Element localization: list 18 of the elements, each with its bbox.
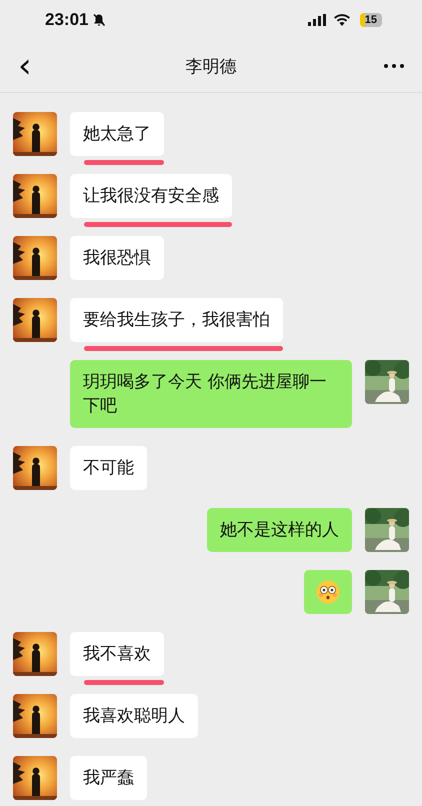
back-button[interactable]: ‹	[14, 49, 36, 83]
shocked-face-icon	[316, 580, 340, 604]
message-bubble: 她太急了	[70, 112, 164, 156]
message-bubble: 玥玥喝多了今天 你俩先进屋聊一下吧	[70, 360, 352, 428]
message-bubble: 要给我生孩子，我很害怕	[70, 298, 283, 342]
message-bubble: 让我很没有安全感	[70, 174, 232, 218]
chat-title: 李明德	[186, 56, 236, 78]
message-bubble: 我不喜欢	[70, 632, 164, 676]
message-bubble: 我喜欢聪明人	[70, 694, 198, 738]
message-bubble: 她不是这样的人	[207, 508, 352, 552]
status-time: 23:01	[45, 10, 88, 30]
message-bubble: 不可能	[70, 446, 147, 490]
signal-icon	[308, 14, 326, 26]
message-bubble: 我严蠢	[70, 756, 147, 800]
message-bubble: 我很恐惧	[70, 236, 164, 280]
more-icon[interactable]	[384, 64, 404, 68]
wifi-icon	[334, 14, 350, 26]
battery-level: 15	[360, 13, 382, 27]
